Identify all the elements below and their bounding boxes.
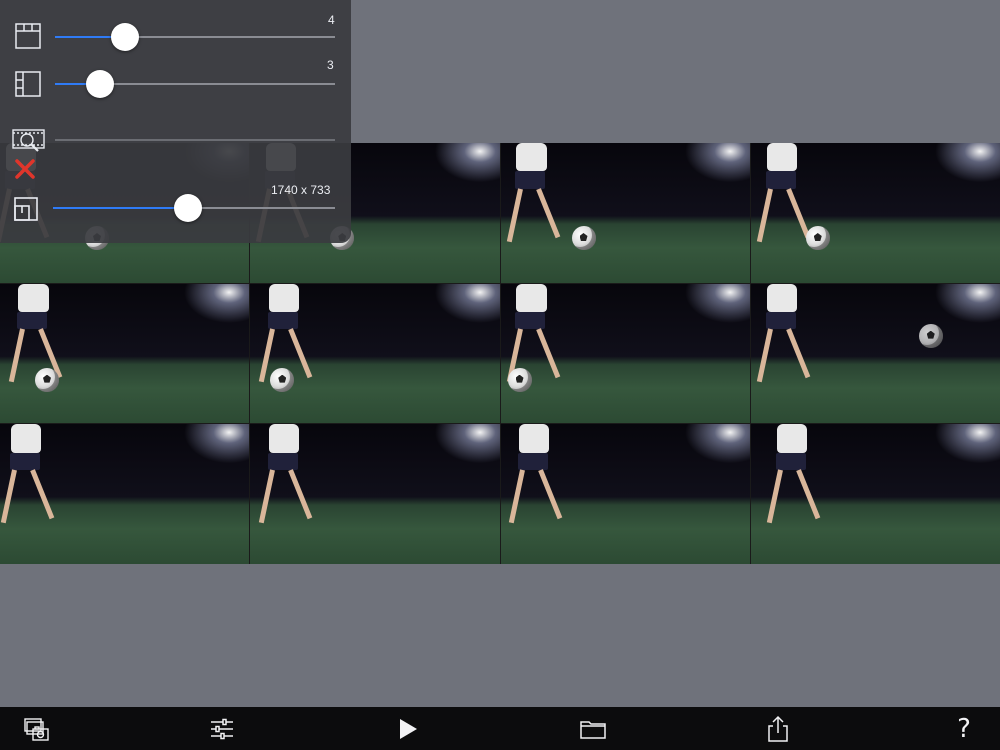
share-button[interactable] — [762, 713, 794, 745]
soccer-ball — [35, 367, 59, 392]
settings-panel: 4 3 1740 x 733 — [0, 0, 351, 243]
video-frame[interactable] — [500, 143, 750, 283]
player-figure — [258, 424, 313, 533]
play-icon — [400, 718, 418, 739]
video-frame[interactable] — [250, 424, 500, 564]
open-folder-button[interactable] — [577, 713, 609, 745]
columns-icon — [15, 23, 41, 49]
resolution-slider-fill — [53, 207, 188, 209]
columns-slider[interactable] — [55, 36, 335, 38]
delete-x-icon[interactable] — [14, 158, 36, 180]
capture-frames-button[interactable] — [20, 713, 52, 745]
soccer-ball — [571, 226, 596, 250]
video-frame[interactable] — [750, 283, 1000, 424]
video-frame[interactable] — [0, 283, 250, 424]
help-icon: ? — [957, 713, 971, 744]
video-frame[interactable] — [0, 424, 250, 564]
resolution-slider-thumb[interactable] — [174, 194, 202, 222]
player-figure — [508, 424, 563, 533]
columns-slider-thumb[interactable] — [111, 23, 139, 51]
video-frame[interactable] — [250, 283, 500, 424]
soccer-ball — [918, 323, 943, 348]
player-figure — [756, 143, 811, 252]
folder-icon — [580, 720, 606, 739]
zoom-slider[interactable] — [55, 139, 335, 141]
video-frame[interactable] — [500, 424, 750, 564]
sliders-icon — [210, 718, 233, 739]
soccer-ball — [507, 367, 532, 392]
capture-frames-icon — [24, 717, 49, 741]
soccer-ball — [270, 367, 295, 392]
settings-button[interactable] — [206, 713, 238, 745]
video-frame[interactable] — [750, 424, 1000, 564]
video-frame[interactable] — [500, 283, 750, 424]
player-figure — [756, 283, 811, 393]
player-figure — [766, 424, 821, 533]
video-frame[interactable] — [750, 143, 1000, 283]
resize-icon — [14, 197, 38, 221]
rows-icon — [15, 71, 41, 97]
play-button[interactable] — [391, 713, 423, 745]
columns-value: 4 — [328, 13, 335, 27]
player-figure — [0, 424, 55, 533]
bottom-toolbar: ? — [0, 707, 1000, 750]
soccer-ball — [805, 226, 830, 250]
share-icon — [768, 715, 789, 742]
film-zoom-icon[interactable] — [12, 128, 46, 154]
player-figure — [505, 143, 561, 252]
help-button[interactable]: ? — [948, 713, 980, 745]
resolution-value: 1740 x 733 — [271, 183, 331, 197]
rows-value: 3 — [327, 58, 334, 72]
rows-slider-thumb[interactable] — [86, 70, 114, 98]
